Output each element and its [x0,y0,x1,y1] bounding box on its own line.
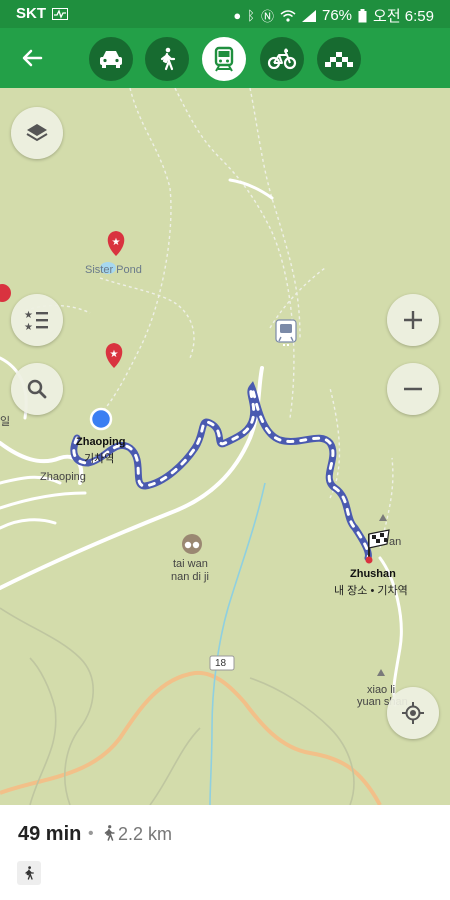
walk-icon [160,47,176,71]
car-icon [100,51,122,68]
status-bar: SKT ● ᛒ Ⓝ 76% 오전 6:59 [0,0,450,28]
wifi-icon [280,9,296,22]
battery-icon [358,8,367,22]
trip-summary-panel[interactable]: 49 min • 2.2 km [0,805,450,900]
label-zhushan-ko: 내 장소 • 기차역 [334,585,408,597]
layers-icon [26,124,48,142]
svg-text:★: ★ [110,349,119,360]
label-tai-wan: tai wan [173,558,208,570]
travel-mode-toolbar [0,28,450,88]
label-zhaoping-area: Zhaoping [40,471,86,483]
layers-button[interactable] [11,107,63,159]
mode-walk-button[interactable] [145,37,189,81]
label-left-edge: 일 [0,416,11,428]
zoom-out-icon [404,387,422,391]
walk-icon [104,825,115,841]
label-sister-pond: Sister Pond [85,264,142,276]
mode-transit-button[interactable] [202,37,246,81]
label-xiao-li: xiao li [367,684,396,696]
pin-left-edge[interactable] [0,284,11,302]
svg-text:★: ★ [112,237,121,248]
label-road-18: 18 [215,658,227,669]
my-location-icon [402,702,424,724]
train-icon [214,46,234,72]
activity-icon [52,7,68,20]
train-station-marker[interactable] [275,319,297,346]
clock: 오전 6:59 [373,8,434,25]
label-zhaoping-station-ko: 기차역 [84,453,115,465]
location-icon: ● [233,8,242,23]
map-view[interactable]: ★ ★ Sister Pond Zhaoping 기차역 Zhaoping 일 … [0,88,450,805]
signal-icon [302,9,316,22]
trip-duration: 49 min [18,823,82,845]
search-icon [27,379,47,399]
bicycle-icon [267,48,297,70]
pin-sister-pond[interactable]: ★ [107,231,125,256]
terrain-lines [0,607,355,805]
svg-text:★: ★ [24,322,33,332]
binoculars-icon [182,534,202,554]
search-button[interactable] [11,363,63,415]
trip-separator: • [88,825,94,842]
mode-car-button[interactable] [89,37,133,81]
arrow-left-icon [22,49,43,67]
walk-icon [25,866,34,880]
pin-star-place[interactable]: ★ [105,343,123,368]
svg-text:★: ★ [24,310,33,321]
walk-step-chip [17,861,41,885]
peak-icon [379,514,387,521]
mode-taxi-button[interactable] [317,37,361,81]
carrier-label: SKT [16,5,46,22]
current-location-dot [89,407,113,431]
zoom-in-button[interactable] [387,294,439,346]
stream [209,482,266,805]
back-button[interactable] [12,38,52,78]
peak-icon [377,669,385,676]
zoom-in-icon [404,311,422,329]
trip-distance: 2.2 km [118,824,173,844]
taxi-icon [325,52,353,67]
zoom-out-button[interactable] [387,363,439,415]
mode-bicycle-button[interactable] [260,37,304,81]
label-zhaoping-station: Zhaoping [76,436,126,448]
label-nan-di-ji: nan di ji [171,571,209,583]
my-location-button[interactable] [387,687,439,739]
nfc-icon: Ⓝ [260,9,274,24]
saved-places-button[interactable]: ★ ★ [11,294,63,346]
label-zhushan-partial: an [389,536,402,548]
destination-flag-icon [365,529,390,564]
bluetooth-icon: ᛒ [247,8,255,23]
label-zhushan: Zhushan [350,568,396,580]
battery-percent: 76% [322,7,353,24]
saved-places-icon: ★★ [24,310,48,332]
